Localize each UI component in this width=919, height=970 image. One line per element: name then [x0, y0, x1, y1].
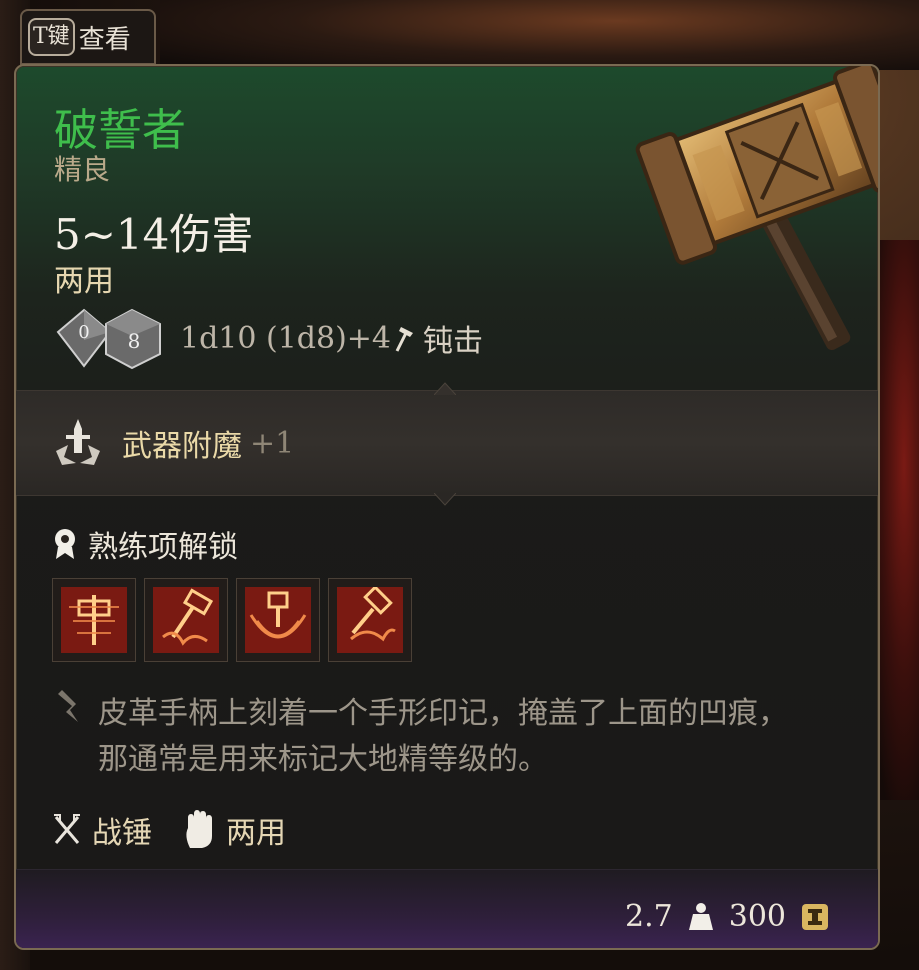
proficiency-header-label: 熟练项解锁 — [88, 530, 238, 565]
weight-icon — [688, 902, 713, 930]
proficiency-action-2-icon[interactable] — [144, 578, 228, 662]
background-top — [160, 0, 919, 70]
item-handedness: 两用 — [54, 264, 114, 299]
proficiency-action-4-icon[interactable] — [328, 578, 412, 662]
weapon-properties: 战锤 两用 — [52, 808, 316, 852]
crossed-weapons-icon — [54, 814, 80, 844]
description-line-1: 皮革手柄上刻着一个手形印记，掩盖了上面的凹痕， — [98, 696, 788, 731]
tooltip-footer: 2.7 300 — [16, 869, 878, 948]
enchantment-label: 武器附魔 — [122, 429, 242, 464]
die2-value: 8 — [128, 329, 141, 353]
enchantment-row: 武器附魔 +1 — [52, 417, 294, 469]
gold-coin-icon — [802, 903, 828, 930]
proficiency-action-1-icon[interactable] — [52, 578, 136, 662]
item-rarity: 精良 — [54, 153, 111, 186]
hammer-strike-icon — [153, 587, 219, 653]
view-label: 查看 — [78, 24, 131, 55]
damage-dice-row: 0 8 1d10 (1d8)+4 钝击 — [54, 306, 483, 370]
hammer-burst-icon — [61, 587, 127, 653]
view-button[interactable]: T键 查看 — [20, 9, 156, 65]
hand-type: 两用 — [226, 816, 286, 851]
proficiency-action-3-icon[interactable] — [236, 578, 320, 662]
hand-icon — [186, 810, 212, 848]
die1-value: 0 — [78, 322, 89, 343]
hammer-shockwave-icon — [245, 587, 311, 653]
description-line-2: 那通常是用来标记大地精等级的。 — [98, 742, 548, 777]
item-stats: 2.7 300 — [625, 899, 830, 934]
divider-notch-top — [434, 382, 456, 395]
warhammer-icon — [635, 66, 878, 351]
item-damage: 5~14伤害 — [54, 210, 254, 259]
weight-value: 2.7 — [625, 899, 673, 934]
weapon-type: 战锤 — [92, 816, 152, 851]
proficiency-badge-icon — [55, 529, 75, 559]
damage-formula: 1d10 (1d8)+4 — [180, 320, 392, 356]
hammer-smash-icon — [337, 587, 403, 653]
gold-value: 300 — [728, 899, 786, 934]
enchantment-section: 武器附魔 +1 — [16, 382, 878, 506]
item-tooltip: 破誓者 精良 5~14伤害 两用 0 8 1d10 (1d8)+4 钝击 武器附… — [14, 64, 880, 950]
proficiency-icons — [52, 578, 412, 662]
dice-icon: 0 8 — [56, 308, 161, 370]
bludgeoning-icon — [395, 327, 414, 352]
divider-notch-bottom — [434, 493, 456, 506]
damage-type: 钝击 — [423, 324, 484, 359]
enchantment-value: +1 — [250, 425, 295, 461]
quote-icon — [58, 690, 78, 722]
weapon-enchant-icon — [56, 419, 100, 465]
view-hotkey: T键 — [28, 18, 75, 56]
item-description: 皮革手柄上刻着一个手形印记，掩盖了上面的凹痕， 那通常是用来标记大地精等级的。 — [98, 691, 838, 783]
proficiency-header: 熟练项解锁 — [52, 522, 238, 566]
